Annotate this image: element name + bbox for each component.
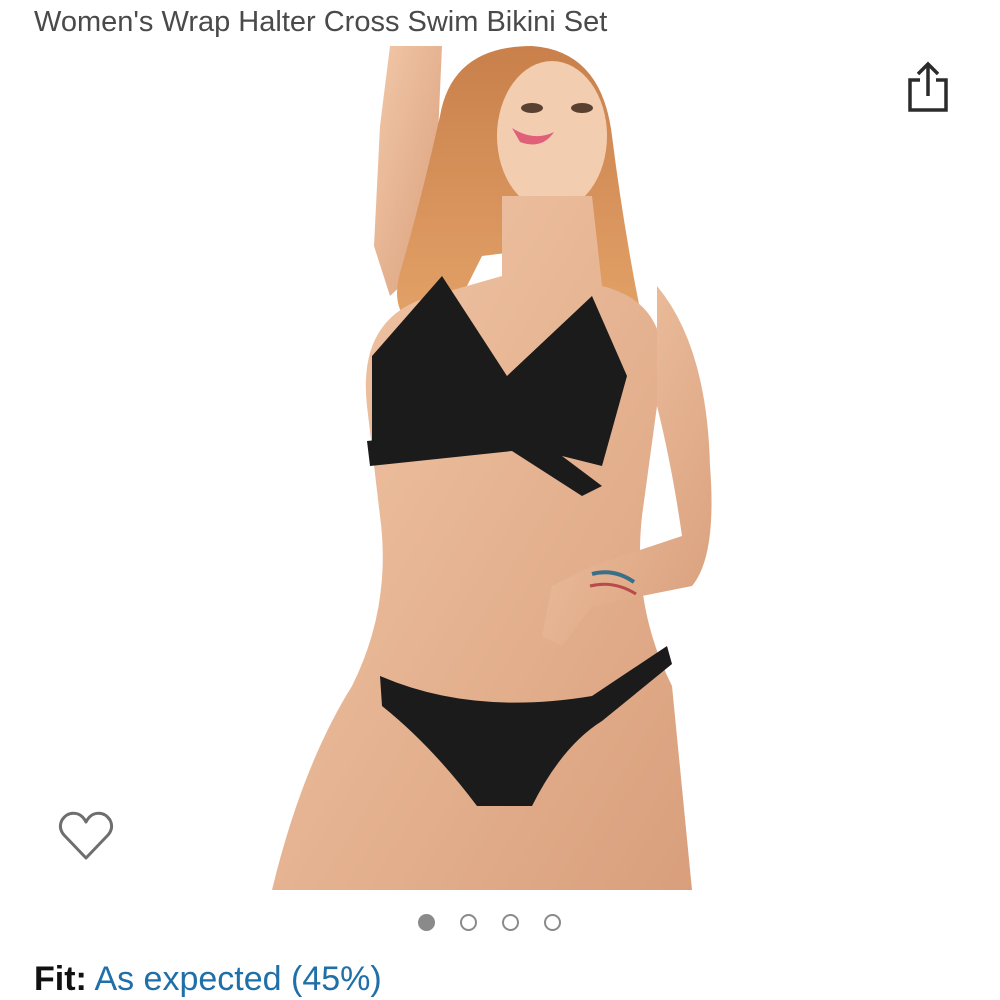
carousel-dot[interactable]	[544, 913, 561, 931]
bikini-model-photo	[272, 46, 712, 890]
fit-label: Fit:	[34, 960, 87, 998]
fit-summary: Fit: As expected (45%)	[34, 958, 382, 1000]
carousel-dot[interactable]	[460, 913, 477, 931]
product-title: Women's Wrap Halter Cross Swim Bikini Se…	[34, 6, 608, 38]
carousel-dot[interactable]	[418, 913, 435, 931]
share-icon	[908, 61, 948, 112]
share-button[interactable]	[900, 58, 956, 118]
wishlist-button[interactable]	[56, 808, 116, 868]
product-image[interactable]	[262, 46, 732, 890]
product-detail-page: Women's Wrap Halter Cross Swim Bikini Se…	[0, 0, 1000, 1000]
carousel-dot[interactable]	[502, 913, 519, 931]
heart-outline-icon	[58, 811, 114, 860]
image-carousel-indicator	[418, 909, 588, 935]
fit-value-link[interactable]: As expected (45%)	[94, 960, 381, 998]
